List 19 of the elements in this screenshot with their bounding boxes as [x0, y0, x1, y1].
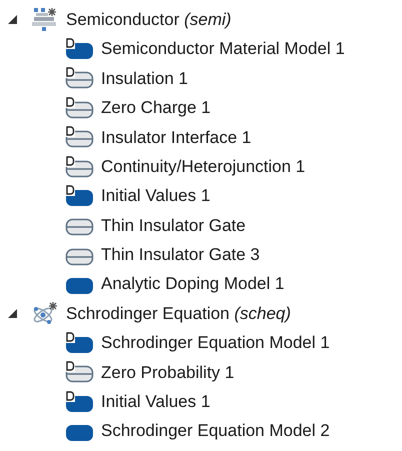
- tree-node-label[interactable]: Continuity/Heterojunction 1: [101, 154, 306, 180]
- tree-node-label[interactable]: Insulator Interface 1: [101, 124, 252, 150]
- tree-node-label[interactable]: Insulation 1: [101, 66, 188, 92]
- tree-node-label[interactable]: Initial Values 1: [101, 389, 210, 415]
- tree-node-label[interactable]: Initial Values 1: [101, 183, 210, 209]
- tree-node-label[interactable]: Analytic Doping Model 1: [101, 271, 284, 297]
- tree-node-label[interactable]: Schrodinger Equation Model 2: [101, 418, 330, 444]
- tree-node-label[interactable]: Schrodinger Equation (scheq): [66, 300, 291, 326]
- tree-node-label[interactable]: Semiconductor Material Model 1: [101, 36, 345, 62]
- tree-node-label[interactable]: Zero Probability 1: [101, 360, 234, 386]
- tree-node-label[interactable]: Schrodinger Equation Model 1: [101, 330, 330, 356]
- semiconductor-icon: [32, 8, 58, 32]
- tree-node-label[interactable]: Zero Charge 1: [101, 95, 211, 121]
- expanded-caret-icon[interactable]: [7, 14, 18, 26]
- tree-node-label[interactable]: Thin Insulator Gate 3: [101, 242, 260, 268]
- atom-icon: [32, 302, 58, 326]
- tree-node-label[interactable]: Thin Insulator Gate: [101, 212, 246, 238]
- expanded-caret-icon[interactable]: [7, 308, 18, 320]
- tree-node-label[interactable]: Semiconductor (semi): [66, 6, 232, 32]
